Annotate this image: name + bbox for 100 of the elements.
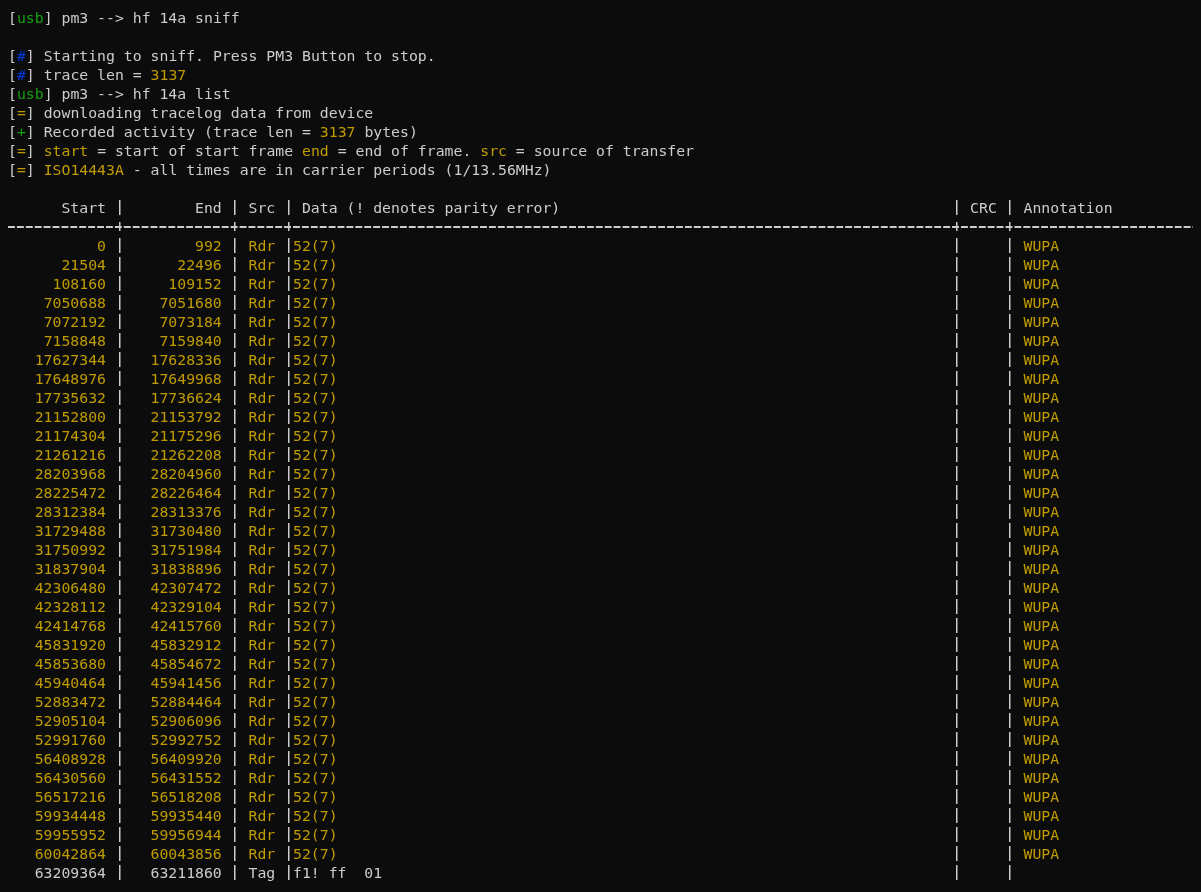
source-label: Rdr <box>248 331 276 350</box>
end-timestamp: 56518208 <box>150 787 222 806</box>
log-message: [#] trace len = 3137 <box>8 65 187 84</box>
end-timestamp: 52992752 <box>150 730 222 749</box>
annotation-label: WUPA <box>1023 787 1060 806</box>
log-message: [+] Recorded activity (trace len = 3137 bytes) <box>8 122 418 141</box>
log-message: [=] downloading tracelog data from device <box>8 103 374 122</box>
end-timestamp: 21262208 <box>150 445 222 464</box>
end-timestamp: 59956944 <box>150 825 222 844</box>
data-bytes: 52(7) <box>293 426 338 445</box>
data-bytes: 52(7) <box>293 540 338 559</box>
source-label: Rdr <box>248 407 276 426</box>
start-timestamp: 42328112 <box>34 597 106 616</box>
column-header: Src <box>248 198 276 217</box>
command-line: [usb] pm3 --> hf 14a list <box>8 84 231 103</box>
annotation-label: WUPA <box>1023 578 1060 597</box>
source-label: Rdr <box>248 350 276 369</box>
data-bytes: f1! ff 01 <box>293 863 383 882</box>
start-timestamp: 7050688 <box>43 293 106 312</box>
annotation-label: WUPA <box>1023 502 1060 521</box>
data-bytes: 52(7) <box>293 445 338 464</box>
start-timestamp: 42306480 <box>34 578 106 597</box>
end-timestamp: 42415760 <box>150 616 222 635</box>
data-bytes: 52(7) <box>293 825 338 844</box>
data-bytes: 52(7) <box>293 730 338 749</box>
start-timestamp: 17735632 <box>34 388 106 407</box>
source-label: Rdr <box>248 616 276 635</box>
end-timestamp: 59935440 <box>150 806 222 825</box>
end-timestamp: 60043856 <box>150 844 222 863</box>
source-label: Rdr <box>248 464 276 483</box>
annotation-label: WUPA <box>1023 806 1060 825</box>
data-bytes: 52(7) <box>293 464 338 483</box>
end-timestamp: 42307472 <box>150 578 222 597</box>
annotation-label: WUPA <box>1023 654 1060 673</box>
annotation-label: WUPA <box>1023 559 1060 578</box>
annotation-label: WUPA <box>1023 274 1060 293</box>
data-bytes: 52(7) <box>293 388 338 407</box>
start-timestamp: 31837904 <box>34 559 106 578</box>
data-bytes: 52(7) <box>293 616 338 635</box>
data-bytes: 52(7) <box>293 502 338 521</box>
end-timestamp: 45941456 <box>150 673 222 692</box>
end-timestamp: 56409920 <box>150 749 222 768</box>
start-timestamp: 45853680 <box>34 654 106 673</box>
end-timestamp: 28226464 <box>150 483 222 502</box>
start-timestamp: 108160 <box>52 274 106 293</box>
start-timestamp: 52883472 <box>34 692 106 711</box>
source-label: Rdr <box>248 768 276 787</box>
start-timestamp: 52905104 <box>34 711 106 730</box>
start-timestamp: 42414768 <box>34 616 106 635</box>
data-bytes: 52(7) <box>293 331 338 350</box>
annotation-label: WUPA <box>1023 768 1060 787</box>
annotation-label: WUPA <box>1023 388 1060 407</box>
source-label: Rdr <box>248 502 276 521</box>
annotation-label: WUPA <box>1023 312 1060 331</box>
source-label: Rdr <box>248 749 276 768</box>
data-bytes: 52(7) <box>293 806 338 825</box>
end-timestamp: 17649968 <box>150 369 222 388</box>
start-timestamp: 21152800 <box>34 407 106 426</box>
end-timestamp: 21153792 <box>150 407 222 426</box>
source-label: Rdr <box>248 673 276 692</box>
data-bytes: 52(7) <box>293 749 338 768</box>
source-label: Rdr <box>248 711 276 730</box>
start-timestamp: 45831920 <box>34 635 106 654</box>
data-bytes: 52(7) <box>293 274 338 293</box>
column-header: End <box>195 198 222 217</box>
annotation-label: WUPA <box>1023 597 1060 616</box>
source-label: Rdr <box>248 730 276 749</box>
end-timestamp: 45832912 <box>150 635 222 654</box>
source-label: Rdr <box>248 388 276 407</box>
annotation-label: WUPA <box>1023 369 1060 388</box>
annotation-label: WUPA <box>1023 635 1060 654</box>
start-timestamp: 31750992 <box>34 540 106 559</box>
source-label: Rdr <box>248 692 276 711</box>
data-bytes: 52(7) <box>293 407 338 426</box>
annotation-label: WUPA <box>1023 825 1060 844</box>
source-label: Rdr <box>248 844 276 863</box>
source-label: Rdr <box>248 483 276 502</box>
source-label: Rdr <box>248 521 276 540</box>
annotation-label: WUPA <box>1023 255 1060 274</box>
column-header: Data (! denotes parity error) <box>301 198 561 217</box>
start-timestamp: 56430560 <box>34 768 106 787</box>
start-timestamp: 28312384 <box>34 502 106 521</box>
end-timestamp: 7051680 <box>159 293 222 312</box>
end-timestamp: 52906096 <box>150 711 222 730</box>
annotation-label: WUPA <box>1023 749 1060 768</box>
data-bytes: 52(7) <box>293 635 338 654</box>
start-timestamp: 56517216 <box>34 787 106 806</box>
data-bytes: 52(7) <box>293 559 338 578</box>
annotation-label: WUPA <box>1023 464 1060 483</box>
start-timestamp: 28203968 <box>34 464 106 483</box>
end-timestamp: 56431552 <box>150 768 222 787</box>
start-timestamp: 0 <box>97 236 106 255</box>
data-bytes: 52(7) <box>293 255 338 274</box>
start-timestamp: 28225472 <box>34 483 106 502</box>
end-timestamp: 31751984 <box>150 540 222 559</box>
start-timestamp: 21504 <box>61 255 106 274</box>
annotation-label: WUPA <box>1023 844 1060 863</box>
end-timestamp: 22496 <box>177 255 222 274</box>
end-timestamp: 17736624 <box>150 388 222 407</box>
source-label: Rdr <box>248 578 276 597</box>
